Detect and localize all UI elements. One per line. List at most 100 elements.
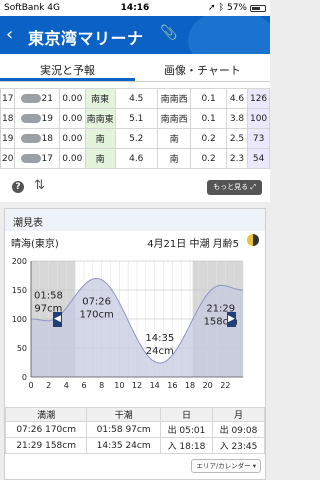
forecast-wave-height: 0.1 bbox=[190, 88, 227, 109]
forecast-wind-direction: 南 bbox=[84, 148, 116, 169]
forecast-table-container[interactable]: 17 21 0.00 南東 4.5 南南西 0.1 4.6 126 18 19 0.00 南南東 5.1 南… bbox=[0, 82, 270, 172]
x-tick-label: 14 bbox=[150, 381, 160, 390]
x-tick-label: 0 bbox=[28, 381, 33, 390]
paperclip-icon[interactable]: 📎 bbox=[160, 25, 177, 41]
tide-date-info: 4月21日 中潮 月齢5 bbox=[147, 239, 239, 250]
tide-table-cell: 入 23:45 bbox=[211, 437, 266, 454]
tide-table-header: 日 bbox=[159, 407, 213, 422]
forecast-wind-speed: 5.1 bbox=[114, 108, 158, 129]
tide-table-cell: 14:35 24cm bbox=[86, 437, 161, 454]
location-arrow-icon: ➚ bbox=[208, 3, 216, 13]
x-tick-label: 12 bbox=[132, 381, 142, 390]
status-right: ➚ ᛒ 57% bbox=[208, 3, 266, 13]
y-tick-label: 150 bbox=[12, 286, 27, 295]
tide-annotation-time: 14:35 bbox=[145, 333, 174, 344]
tide-table-row: 21:29 158cm 14:35 24cm 入 18:18 入 23:45 bbox=[4, 437, 266, 454]
forecast-wind-direction: 南南東 bbox=[84, 108, 116, 129]
area-calendar-button[interactable]: エリア/カレンダー ▾ bbox=[191, 459, 261, 473]
forecast-precip: 0.00 bbox=[58, 88, 86, 109]
tide-table-cell: 出 09:08 bbox=[211, 421, 266, 438]
moon-phase-icon bbox=[247, 234, 259, 246]
y-tick-label: 100 bbox=[12, 315, 27, 324]
tab-images-charts[interactable]: 画像・チャート bbox=[135, 54, 270, 81]
forecast-wave-direction: 南 bbox=[156, 148, 192, 169]
tide-table-header: 満潮 bbox=[4, 407, 88, 422]
tide-table-cell: 01:58 97cm bbox=[86, 421, 161, 438]
x-tick-label: 16 bbox=[167, 381, 177, 390]
x-tick-label: 8 bbox=[99, 381, 104, 390]
tide-table-cell: 出 05:01 bbox=[159, 421, 213, 438]
forecast-period: 4.6 bbox=[225, 88, 249, 109]
forecast-hour: 19 bbox=[0, 128, 16, 149]
forecast-temp: 19 bbox=[14, 108, 60, 129]
y-tick-label: 50 bbox=[17, 344, 27, 353]
forecast-row: 19 18 0.00 南 5.2 南 0.2 2.5 73 bbox=[0, 128, 270, 149]
tide-panel: 潮見表 晴海(東京) 4月21日 中潮 月齢5 0 50 100 150 200 0 2 4 6… bbox=[4, 208, 266, 480]
cloud-icon bbox=[21, 113, 42, 123]
tab-current-forecast[interactable]: 実況と予報 bbox=[0, 54, 135, 81]
app-header: ‹ 東京湾マリーナ 📎 bbox=[0, 16, 270, 54]
forecast-row: 17 21 0.00 南東 4.5 南南西 0.1 4.6 126 bbox=[0, 88, 270, 109]
forecast-precip: 0.00 bbox=[58, 108, 86, 129]
forecast-wind-speed: 5.2 bbox=[114, 128, 158, 149]
x-tick-label: 6 bbox=[81, 381, 86, 390]
forecast-period: 2.5 bbox=[225, 128, 249, 149]
tab-bar: 実況と予報 画像・チャート bbox=[0, 54, 270, 82]
tide-annotation-time: 07:26 bbox=[82, 296, 111, 307]
forecast-hour: 17 bbox=[0, 88, 16, 109]
tide-times-table: 満潮 干潮日月 07:26 170cm 01:58 97cm 出 05:01 出 09:… bbox=[4, 407, 266, 454]
battery-percent: 57% bbox=[226, 3, 247, 13]
forecast-extra: 73 bbox=[247, 128, 270, 149]
forecast-wave-direction: 南南西 bbox=[156, 108, 192, 129]
cloud-icon bbox=[21, 153, 42, 163]
cloud-icon bbox=[21, 133, 42, 143]
tide-table-row: 07:26 170cm 01:58 97cm 出 05:01 出 09:08 bbox=[4, 421, 266, 438]
forecast-period: 3.8 bbox=[225, 108, 249, 129]
forecast-extra: 126 bbox=[247, 88, 270, 109]
forecast-extra: 100 bbox=[247, 108, 270, 129]
chart-prev-button[interactable]: ◀ bbox=[53, 312, 62, 327]
forecast-table: 17 21 0.00 南東 4.5 南南西 0.1 4.6 126 18 19 0.00 南南東 5.1 南… bbox=[0, 88, 270, 169]
swap-vertical-icon[interactable]: ⇅ bbox=[34, 178, 45, 193]
forecast-wave-direction: 南 bbox=[156, 128, 192, 149]
y-tick-label: 200 bbox=[12, 257, 27, 266]
tide-table-cell: 入 18:18 bbox=[159, 437, 213, 454]
question-circle-icon[interactable]: ? bbox=[12, 181, 24, 193]
forecast-hour: 18 bbox=[0, 108, 16, 129]
forecast-period: 2.3 bbox=[225, 148, 249, 169]
tide-info-row: 晴海(東京) 4月21日 中潮 月齢5 bbox=[5, 231, 265, 251]
forecast-toolbar: ? ⇅ もっと見る ⤢ bbox=[0, 172, 270, 202]
back-button[interactable]: ‹ bbox=[6, 24, 13, 45]
forecast-hour: 20 bbox=[0, 148, 16, 169]
forecast-wave-height: 0.1 bbox=[190, 108, 227, 129]
forecast-row: 18 19 0.00 南南東 5.1 南南西 0.1 3.8 100 bbox=[0, 108, 270, 129]
status-bar: SoftBank 4G 14:16 ➚ ᛒ 57% bbox=[0, 0, 270, 16]
tide-table-cell: 21:29 158cm bbox=[4, 437, 88, 454]
x-tick-label: 22 bbox=[220, 381, 230, 390]
bluetooth-icon: ᛒ bbox=[218, 3, 224, 13]
x-tick-label: 20 bbox=[203, 381, 213, 390]
battery-icon bbox=[250, 4, 266, 12]
tide-chart: 0501001502000 2 4 6 8 10 12 14 16 18 20 2201:5897cm… bbox=[12, 257, 244, 390]
tide-annotation-height: 24cm bbox=[146, 346, 174, 357]
tide-location: 晴海(東京) bbox=[11, 239, 59, 250]
forecast-temp: 21 bbox=[14, 88, 60, 109]
x-tick-label: 4 bbox=[64, 381, 69, 390]
forecast-temp: 17 bbox=[14, 148, 60, 169]
chart-next-button[interactable]: ▶ bbox=[227, 312, 236, 327]
page-title: 東京湾マリーナ bbox=[28, 29, 144, 48]
tide-annotation-time: 01:58 bbox=[34, 291, 63, 302]
forecast-wave-direction: 南南西 bbox=[156, 88, 192, 109]
x-tick-label: 10 bbox=[114, 381, 124, 390]
forecast-precip: 0.00 bbox=[58, 128, 86, 149]
forecast-wave-height: 0.2 bbox=[190, 128, 227, 149]
forecast-wind-direction: 南東 bbox=[84, 88, 116, 109]
tide-table-header: 干潮 bbox=[86, 407, 161, 422]
x-tick-label: 18 bbox=[185, 381, 195, 390]
y-tick-label: 0 bbox=[22, 373, 27, 382]
tide-table-cell: 07:26 170cm bbox=[4, 421, 88, 438]
more-button[interactable]: もっと見る ⤢ bbox=[207, 180, 262, 195]
whale-logo-icon bbox=[188, 16, 270, 54]
tide-annotation-height: 170cm bbox=[79, 309, 113, 320]
forecast-row: 20 17 0.00 南 4.6 南 0.2 2.3 54 bbox=[0, 148, 270, 169]
